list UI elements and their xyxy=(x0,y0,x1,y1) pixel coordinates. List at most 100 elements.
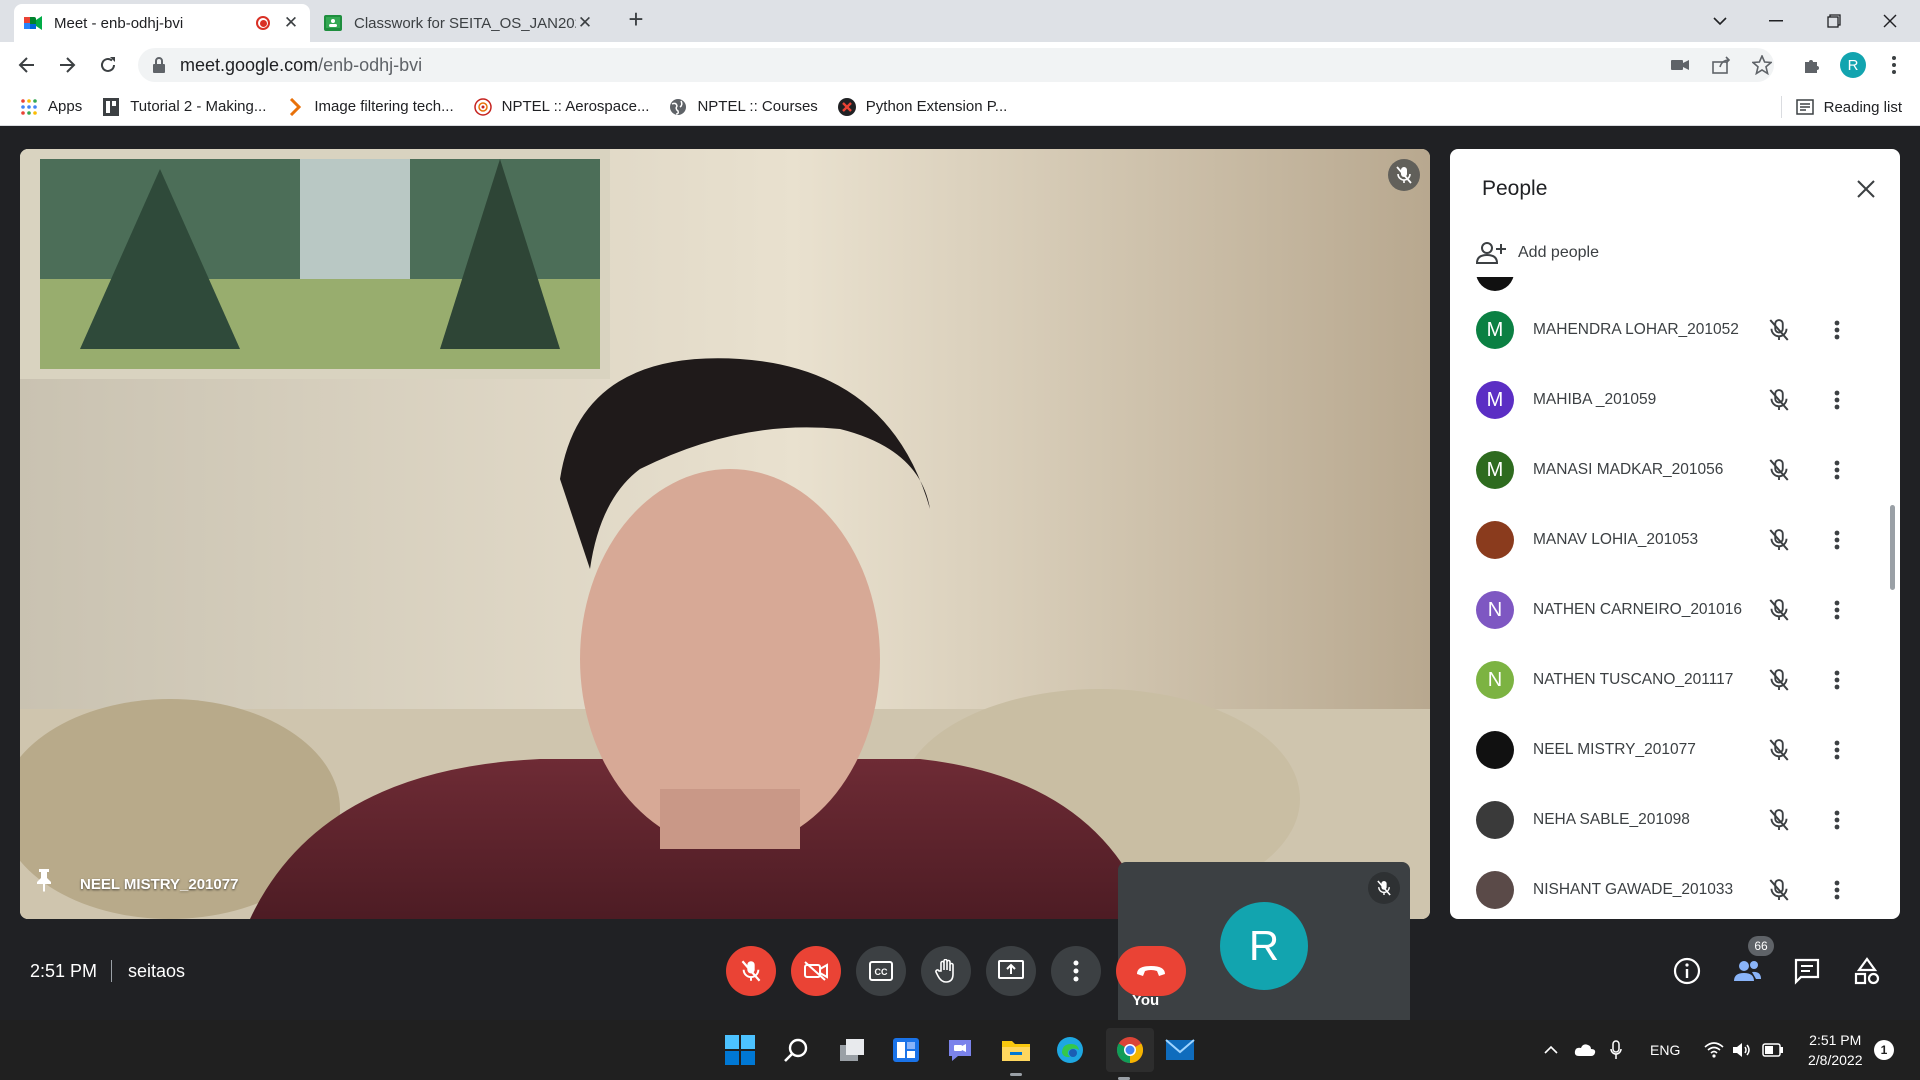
participant-muted-icon[interactable] xyxy=(1764,665,1794,695)
people-scrollbar[interactable] xyxy=(1890,505,1895,590)
tab-title: Classwork for SEITA_OS_JAN2022 xyxy=(354,14,576,32)
participant-row[interactable]: M MANASI MADKAR_201056 xyxy=(1450,435,1900,505)
close-tab-icon[interactable]: ✕ xyxy=(282,14,300,32)
mic-toggle-button[interactable] xyxy=(726,946,776,996)
participant-muted-icon[interactable] xyxy=(1764,735,1794,765)
show-everyone-button[interactable] xyxy=(1730,954,1764,988)
participant-list: M MAHENDRA LOHAR_201052 M MAHIBA _201059 M MA… xyxy=(1450,277,1900,919)
participant-row[interactable]: M MAHENDRA LOHAR_201052 xyxy=(1450,295,1900,365)
battery-icon[interactable] xyxy=(1762,1038,1784,1062)
camera-toggle-button[interactable] xyxy=(791,946,841,996)
close-window-button[interactable] xyxy=(1862,0,1918,42)
participant-more-icon[interactable] xyxy=(1822,385,1852,415)
close-tab-icon[interactable]: ✕ xyxy=(576,14,594,32)
present-now-button[interactable] xyxy=(986,946,1036,996)
participant-muted-icon[interactable] xyxy=(1764,385,1794,415)
chat-button[interactable] xyxy=(1790,954,1824,988)
profile-avatar[interactable]: R xyxy=(1840,52,1866,78)
mail-button[interactable] xyxy=(1162,1032,1198,1068)
end-call-button[interactable] xyxy=(1116,946,1186,996)
participant-more-icon[interactable] xyxy=(1822,525,1852,555)
tab-meet[interactable]: Meet - enb-odhj-bvi ✕ xyxy=(14,4,310,42)
restore-button[interactable] xyxy=(1806,0,1862,42)
close-panel-icon[interactable] xyxy=(1852,175,1880,203)
chrome-button[interactable] xyxy=(1106,1028,1154,1080)
participant-more-icon[interactable] xyxy=(1822,805,1852,835)
camera-off-icon xyxy=(804,961,828,981)
microphone-tray-icon[interactable] xyxy=(1610,1038,1622,1062)
minimize-button[interactable] xyxy=(1748,0,1804,42)
participant-more-icon[interactable] xyxy=(1822,735,1852,765)
file-explorer-button[interactable] xyxy=(998,1032,1034,1076)
participant-more-icon[interactable] xyxy=(1822,315,1852,345)
captions-button[interactable]: CC xyxy=(856,946,906,996)
browser-menu-icon[interactable] xyxy=(1882,53,1906,77)
raise-hand-button[interactable] xyxy=(921,946,971,996)
participant-avatar xyxy=(1476,521,1514,559)
bookmark-image-filtering[interactable]: Image filtering tech... xyxy=(286,97,454,116)
start-button[interactable] xyxy=(722,1032,758,1068)
participant-row[interactable]: M MAHIBA _201059 xyxy=(1450,365,1900,435)
bookmark-nptel-courses[interactable]: NPTEL :: Courses xyxy=(669,98,818,116)
bookmark-python-extension[interactable]: Python Extension P... xyxy=(837,97,1007,116)
participant-more-icon[interactable] xyxy=(1822,665,1852,695)
extensions-puzzle-icon[interactable] xyxy=(1800,53,1824,77)
self-view-tile[interactable]: R You xyxy=(1118,862,1410,1027)
share-icon[interactable] xyxy=(1710,53,1734,77)
back-button[interactable] xyxy=(12,50,42,80)
participant-row[interactable]: N NATHEN CARNEIRO_201016 xyxy=(1450,575,1900,645)
participant-muted-icon[interactable] xyxy=(1764,595,1794,625)
browser-toolbar: meet.google.com/enb-odhj-bvi xyxy=(0,42,1920,88)
camera-in-use-icon[interactable] xyxy=(1668,53,1692,77)
participant-muted-icon[interactable] xyxy=(1764,525,1794,555)
language-indicator[interactable]: ENG xyxy=(1650,1038,1680,1062)
notification-badge[interactable]: 1 xyxy=(1874,1040,1894,1060)
bookmark-star-icon[interactable] xyxy=(1750,53,1774,77)
main-video-tile[interactable]: NEEL MISTRY_201077 xyxy=(20,149,1430,919)
chevron-up-icon xyxy=(1544,1045,1558,1054)
reading-list-button[interactable]: Reading list xyxy=(1780,88,1902,126)
bookmark-tutorial[interactable]: Tutorial 2 - Making... xyxy=(102,97,266,116)
tab-classwork[interactable]: Classwork for SEITA_OS_JAN2022 ✕ xyxy=(314,4,604,42)
task-view-button[interactable] xyxy=(834,1032,870,1068)
participant-row[interactable]: NISHANT GAWADE_201033 xyxy=(1450,855,1900,919)
participant-row[interactable]: MANAV LOHIA_201053 xyxy=(1450,505,1900,575)
participant-muted-icon[interactable] xyxy=(1764,455,1794,485)
address-bar[interactable]: meet.google.com/enb-odhj-bvi xyxy=(138,48,1774,82)
more-options-button[interactable] xyxy=(1051,946,1101,996)
bookmark-nptel-aerospace[interactable]: NPTEL :: Aerospace... xyxy=(473,97,650,116)
edge-button[interactable] xyxy=(1052,1032,1088,1068)
bookmark-label: NPTEL :: Aerospace... xyxy=(501,98,650,115)
participant-avatar xyxy=(1476,801,1514,839)
forward-button[interactable] xyxy=(52,50,82,80)
edge-icon xyxy=(1057,1037,1083,1063)
participant-row[interactable]: NEHA SABLE_201098 xyxy=(1450,785,1900,855)
widgets-button[interactable] xyxy=(888,1032,924,1068)
network-icon[interactable] xyxy=(1704,1038,1724,1062)
show-hidden-icons-button[interactable] xyxy=(1544,1038,1558,1062)
participant-more-icon[interactable] xyxy=(1822,455,1852,485)
pin-icon[interactable] xyxy=(34,868,54,897)
people-icon xyxy=(1734,961,1761,981)
chrome-icon xyxy=(1116,1037,1144,1064)
bookmark-apps[interactable]: Apps xyxy=(20,98,82,116)
add-people-button[interactable]: Add people xyxy=(1476,241,1599,265)
self-avatar: R xyxy=(1220,902,1308,990)
participant-more-icon[interactable] xyxy=(1822,595,1852,625)
participant-row[interactable]: N NATHEN TUSCANO_201117 xyxy=(1450,645,1900,715)
activities-button[interactable] xyxy=(1850,954,1884,988)
participant-muted-icon[interactable] xyxy=(1764,805,1794,835)
volume-icon[interactable] xyxy=(1732,1038,1752,1062)
search-button[interactable] xyxy=(778,1032,814,1068)
participant-row[interactable]: NEEL MISTRY_201077 xyxy=(1450,715,1900,785)
participant-muted-icon[interactable] xyxy=(1764,875,1794,905)
system-clock[interactable]: 2:51 PM 2/8/2022 xyxy=(1808,1030,1863,1070)
onedrive-icon[interactable] xyxy=(1574,1038,1596,1062)
reload-button[interactable] xyxy=(93,50,123,80)
teams-chat-button[interactable] xyxy=(942,1032,978,1068)
meeting-details-button[interactable] xyxy=(1670,954,1704,988)
participant-more-icon[interactable] xyxy=(1822,875,1852,905)
new-tab-button[interactable]: + xyxy=(622,6,650,34)
tab-search-icon[interactable] xyxy=(1692,0,1748,42)
participant-muted-icon[interactable] xyxy=(1764,315,1794,345)
